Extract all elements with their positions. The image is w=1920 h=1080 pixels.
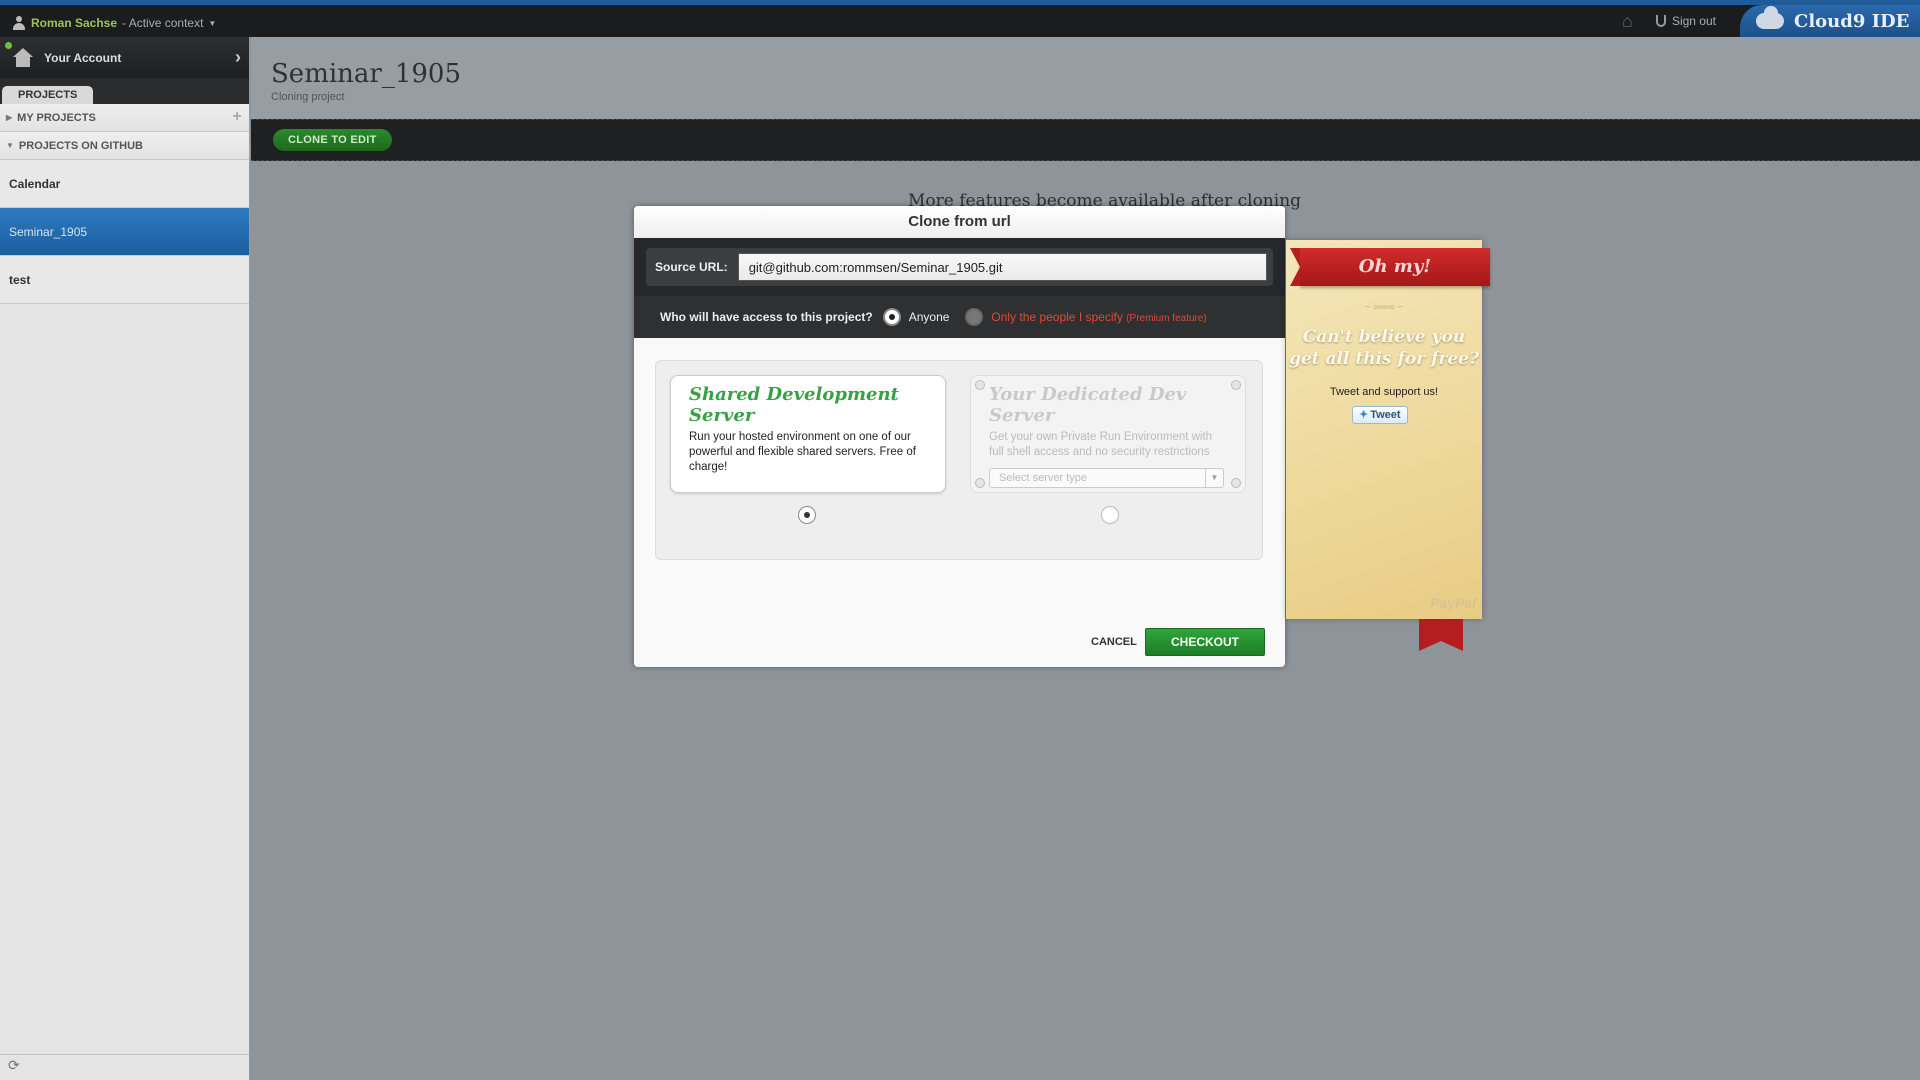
promo-subtext: Tweet and support us!: [1329, 386, 1439, 398]
promo-headline-line2: get all this for free?: [1289, 349, 1479, 369]
access-question: Who will have access to this project?: [660, 310, 873, 324]
project-item-seminar-1905[interactable]: Seminar_1905: [0, 208, 249, 256]
promo-headline-line1: Can't believe you: [1302, 327, 1466, 347]
context-label: - Active context: [122, 16, 204, 30]
sign-out-label: Sign out: [1671, 14, 1716, 28]
access-options: Who will have access to this project? An…: [634, 296, 1285, 338]
clone-dialog: Clone from url Source URL: Who will have…: [634, 206, 1285, 667]
account-label: Your Account: [44, 50, 122, 65]
triangle-right-icon: ▶: [6, 113, 13, 122]
section-label: PROJECTS ON GITHUB: [18, 139, 143, 152]
home-icon[interactable]: ⌂: [1622, 12, 1642, 30]
promo-banner: Oh my! ~ ∞∞∞ ~ Can't believe you get all…: [1286, 240, 1490, 619]
caret-down-icon: ▼: [208, 18, 217, 28]
select-placeholder: Select server type: [999, 472, 1088, 484]
dedicated-server-card[interactable]: Your Dedicated Dev Server Get your own P…: [970, 375, 1246, 493]
sidebar-footer: ⟳: [0, 1054, 249, 1080]
server-choice-panel: Shared Development Server Run your hoste…: [655, 360, 1263, 560]
add-project-icon[interactable]: +: [229, 109, 245, 126]
house-icon: [12, 47, 34, 68]
premium-badge: (Premium feature): [1126, 313, 1207, 324]
radio-specify[interactable]: [965, 308, 984, 326]
sidebar: Your Account › PROJECTS ▶ MY PROJECTS + …: [0, 37, 250, 1080]
shared-server-desc: Run your hosted environment on one of ou…: [689, 431, 916, 473]
cloud-icon: [1756, 6, 1784, 29]
triangle-down-icon: ▼: [6, 141, 14, 150]
chevron-down-icon: ▼: [1205, 469, 1223, 487]
radio-anyone[interactable]: [882, 308, 901, 326]
screw-icon: [975, 478, 985, 488]
shared-server-card[interactable]: Shared Development Server Run your hoste…: [670, 375, 946, 493]
promo-headline: Can't believe you get all this for free?: [1286, 326, 1482, 370]
user-icon: [12, 16, 26, 30]
source-url-label: Source URL:: [655, 260, 728, 274]
screw-icon: [1231, 478, 1241, 488]
section-projects-on-github[interactable]: ▼ PROJECTS ON GITHUB: [0, 132, 249, 160]
project-header: Seminar_1905 Cloning project: [251, 37, 1920, 119]
dedicated-server-desc: Get your own Private Run Environment wit…: [989, 431, 1213, 458]
promo-ribbon: Oh my!: [1290, 248, 1490, 286]
option-anyone-label[interactable]: Anyone: [909, 310, 950, 324]
section-label: MY PROJECTS: [17, 111, 96, 124]
online-status-dot: [5, 42, 12, 49]
brand-logo: Cloud9 IDE: [1740, 4, 1920, 38]
source-url-input[interactable]: [737, 253, 1267, 281]
plug-icon: [1655, 15, 1666, 27]
user-name: Roman Sachse: [31, 16, 118, 30]
paypal-logo: PayPal: [1430, 595, 1476, 611]
specify-label: Only the people I specify: [991, 310, 1123, 324]
shared-server-title: Shared Development Server: [689, 384, 899, 426]
project-toolbar: CLONE TO EDIT: [251, 119, 1920, 161]
section-my-projects[interactable]: ▶ MY PROJECTS +: [0, 104, 249, 132]
radio-shared-server[interactable]: [798, 506, 816, 524]
project-item-test[interactable]: test: [0, 256, 249, 304]
twitter-bird-icon: ✦: [1359, 409, 1369, 421]
top-bar: Roman Sachse - Active context ▼ ⌂ Sign o…: [0, 0, 1920, 38]
bookmark-ribbon: [1419, 619, 1463, 651]
refresh-icon[interactable]: ⟳: [8, 1057, 20, 1074]
sidebar-tabstrip: PROJECTS: [0, 78, 249, 104]
clone-to-edit-button[interactable]: CLONE TO EDIT: [273, 129, 392, 151]
sign-out-link[interactable]: Sign out: [1655, 14, 1716, 28]
chevron-right-icon: ›: [235, 47, 241, 67]
dialog-title: Clone from url: [634, 206, 1285, 238]
tweet-button[interactable]: ✦ Tweet: [1352, 406, 1408, 424]
source-url-bar: Source URL:: [634, 238, 1285, 296]
dedicated-server-title: Your Dedicated Dev Server: [989, 384, 1187, 426]
your-account-button[interactable]: Your Account ›: [0, 37, 249, 78]
project-item-calendar[interactable]: Calendar: [0, 160, 249, 208]
radio-dedicated-server[interactable]: [1101, 506, 1119, 524]
option-specify-label[interactable]: Only the people I specify (Premium featu…: [991, 310, 1206, 324]
server-type-select[interactable]: Select server type ▼: [989, 468, 1224, 488]
user-context-menu[interactable]: Roman Sachse - Active context ▼: [12, 16, 216, 30]
screw-icon: [1231, 380, 1241, 390]
page-title: Seminar_1905: [271, 59, 462, 89]
checkout-button[interactable]: CHECKOUT: [1145, 628, 1265, 656]
cancel-button[interactable]: CANCEL: [1091, 636, 1137, 648]
flourish-ornament: ~ ∞∞∞ ~: [1364, 302, 1404, 313]
tweet-label: Tweet: [1370, 409, 1401, 421]
page-subtitle: Cloning project: [271, 91, 345, 103]
screw-icon: [975, 380, 985, 390]
tab-projects[interactable]: PROJECTS: [2, 86, 94, 104]
brand-name: Cloud9 IDE: [1794, 10, 1910, 32]
